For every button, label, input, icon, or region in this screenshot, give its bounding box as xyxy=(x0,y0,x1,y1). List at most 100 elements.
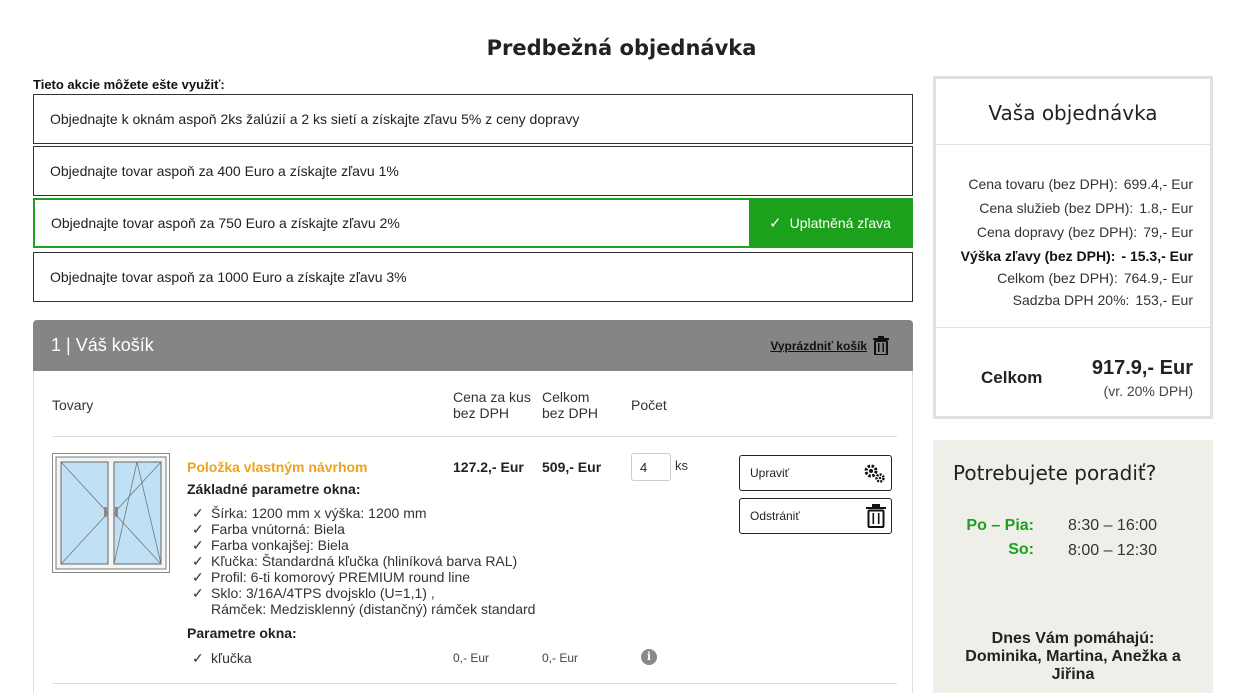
empty-cart-button[interactable]: Vyprázdniť košík xyxy=(770,336,889,355)
trash-icon xyxy=(866,504,886,528)
check-icon: ✓ xyxy=(192,505,204,521)
col-header-total: Celkom bez DPH xyxy=(542,389,598,421)
item-total-price: 509,- Eur xyxy=(542,459,602,475)
basic-params-title: Základné parametre okna: xyxy=(187,481,361,497)
help-panel: Potrebujete poradiť? Po – Pia: 8:30 – 16… xyxy=(933,440,1213,693)
quantity-unit: ks xyxy=(675,458,688,473)
promo-text: Objednajte tovar aspoň za 1000 Euro a zí… xyxy=(50,269,407,285)
summary-label: Celkom (bez DPH): xyxy=(997,270,1118,286)
divider xyxy=(936,144,1210,145)
promo-text: Objednajte k oknám aspoň 2ks žalúzií a 2… xyxy=(50,111,580,127)
check-icon: ✓ xyxy=(192,569,204,585)
params-title: Parametre okna: xyxy=(187,625,297,641)
total-vat-note: (vr. 20% DPH) xyxy=(1103,383,1193,399)
check-icon: ✓ xyxy=(769,215,782,232)
summary-row-discount: Výška zľavy (bez DPH): - 15.3,- Eur xyxy=(936,248,1193,264)
summary-value: - 15.3,- Eur xyxy=(1121,248,1193,264)
empty-cart-label: Vyprázdniť košík xyxy=(770,338,867,353)
col-header-unit-price: Cena za kus bez DPH xyxy=(453,389,531,421)
col-header-total-line1: Celkom xyxy=(542,389,590,405)
summary-row: Cena dopravy (bez DPH): 79,- Eur xyxy=(936,224,1193,240)
summary-value: 79,- Eur xyxy=(1143,224,1193,240)
hours-time: 8:30 – 16:00 xyxy=(1068,517,1157,534)
summary-row: Cena služieb (bez DPH): 1.8,- Eur xyxy=(936,200,1193,216)
summary-label: Cena tovaru (bez DPH): xyxy=(968,176,1118,192)
summary-value: 764.9,- Eur xyxy=(1123,270,1193,286)
summary-row: Cena tovaru (bez DPH): 699.4,- Eur xyxy=(936,176,1193,192)
check-icon: ✓ xyxy=(192,553,204,569)
window-thumbnail[interactable] xyxy=(52,453,170,573)
summary-row: Celkom (bez DPH): 764.9,- Eur xyxy=(936,270,1193,286)
param-unit-price: 0,- Eur xyxy=(453,651,490,665)
applied-discount-label: Uplatněná zľava xyxy=(789,215,891,231)
cart-body: Tovary Cena za kus bez DPH Celkom bez DP… xyxy=(33,371,913,693)
divider xyxy=(936,327,1210,328)
trash-icon xyxy=(873,336,889,355)
applied-discount-badge: ✓ Uplatněná zľava xyxy=(749,200,911,246)
basic-params-list: ✓ Šírka: 1200 mm x výška: 1200 mm ✓ Farba … xyxy=(192,505,535,617)
col-header-total-line2: bez DPH xyxy=(542,405,599,421)
hours-days: Po – Pia: xyxy=(966,517,1034,534)
param-text: Šírka: 1200 mm x výška: 1200 mm xyxy=(211,505,427,521)
list-item: ✓ Kľučka: Štandardná kľučka (hliníková ba… xyxy=(192,553,535,569)
param-text: Farba vonkajšej: Biela xyxy=(211,537,349,553)
check-icon: ✓ xyxy=(192,537,204,553)
quantity-input[interactable] xyxy=(631,453,671,481)
param-text: Sklo: 3/16A/4TPS dvojsklo (U=1,1) , xyxy=(211,585,435,601)
param-text: Profil: 6-ti komorový PREMIUM round line xyxy=(211,569,471,585)
remove-button[interactable]: Odstrániť xyxy=(739,498,892,534)
today-staff: Dnes Vám pomáhajú: Dominika, Martina, An… xyxy=(965,630,1181,683)
list-item: ✓ Profil: 6-ti komorový PREMIUM round lin… xyxy=(192,569,535,585)
list-item: ✓ Sklo: 3/16A/4TPS dvojsklo (U=1,1) , xyxy=(192,585,535,601)
promo-item: Objednajte tovar aspoň za 1000 Euro a zí… xyxy=(33,252,913,302)
list-item: ✓ kľučka xyxy=(192,650,252,667)
summary-label: Cena služieb (bez DPH): xyxy=(979,200,1134,216)
param-text: Rámček: Medzisklenný (distančný) rámček … xyxy=(211,601,536,617)
item-name[interactable]: Položka vlastným návrhom xyxy=(187,459,368,475)
actions-label: Tieto akcie môžete ešte využiť: xyxy=(33,77,225,92)
hours-days: So: xyxy=(1008,541,1034,558)
order-summary: Vaša objednávka Cena tovaru (bez DPH): 69… xyxy=(933,76,1213,419)
promo-item: Objednajte tovar aspoň za 400 Euro a zís… xyxy=(33,146,913,196)
hours-time: 8:00 – 12:30 xyxy=(1068,542,1157,559)
remove-button-label: Odstrániť xyxy=(750,509,800,523)
param-total-price: 0,- Eur xyxy=(542,651,579,665)
check-icon: ✓ xyxy=(192,650,204,666)
summary-label: Výška zľavy (bez DPH): xyxy=(960,248,1116,264)
summary-value: 699.4,- Eur xyxy=(1123,176,1193,192)
info-icon[interactable]: i xyxy=(641,649,657,665)
check-icon: ✓ xyxy=(192,585,204,601)
cart-title: 1 | Váš košík xyxy=(51,335,154,355)
item-unit-price: 127.2,- Eur xyxy=(453,459,524,475)
cart-header: 1 | Váš košík Vyprázdniť košík xyxy=(33,320,913,371)
help-title: Potrebujete poradiť? xyxy=(953,461,1157,485)
check-icon: ✓ xyxy=(192,521,204,537)
col-header-unit-price-line2: bez DPH xyxy=(453,405,510,421)
total-value: 917.9,- Eur xyxy=(1091,357,1193,379)
col-header-goods: Tovary xyxy=(52,397,94,413)
promo-item-active: Objednajte tovar aspoň za 750 Euro a zís… xyxy=(33,198,913,248)
param-text: Kľučka: Štandardná kľučka (hliníková bar… xyxy=(211,553,518,569)
promo-text: Objednajte tovar aspoň za 400 Euro a zís… xyxy=(50,163,399,179)
col-header-unit-price-line1: Cena za kus xyxy=(453,389,531,405)
list-item: ✓ Šírka: 1200 mm x výška: 1200 mm xyxy=(192,505,535,521)
param-text: Farba vnútorná: Biela xyxy=(211,521,345,537)
page-title: Predbežná objednávka xyxy=(486,36,757,60)
list-item: Rámček: Medzisklenný (distančný) rámček … xyxy=(192,601,535,617)
gears-icon xyxy=(864,464,885,483)
col-header-count: Počet xyxy=(631,397,667,413)
divider xyxy=(52,436,897,437)
window-drawing-icon xyxy=(55,456,167,570)
edit-button-label: Upraviť xyxy=(750,466,790,480)
summary-row: Sadzba DPH 20%: 153,- Eur xyxy=(936,292,1193,308)
promo-text: Objednajte tovar aspoň za 750 Euro a zís… xyxy=(51,215,400,231)
list-item: ✓ Farba vonkajšej: Biela xyxy=(192,537,535,553)
summary-value: 153,- Eur xyxy=(1135,292,1193,308)
divider xyxy=(52,683,897,684)
total-label: Celkom xyxy=(981,368,1043,387)
summary-label: Cena dopravy (bez DPH): xyxy=(976,224,1138,240)
summary-label: Sadzba DPH 20%: xyxy=(1012,292,1130,308)
edit-button[interactable]: Upraviť xyxy=(739,455,892,491)
list-item: ✓ Farba vnútorná: Biela xyxy=(192,521,535,537)
summary-value: 1.8,- Eur xyxy=(1139,200,1193,216)
